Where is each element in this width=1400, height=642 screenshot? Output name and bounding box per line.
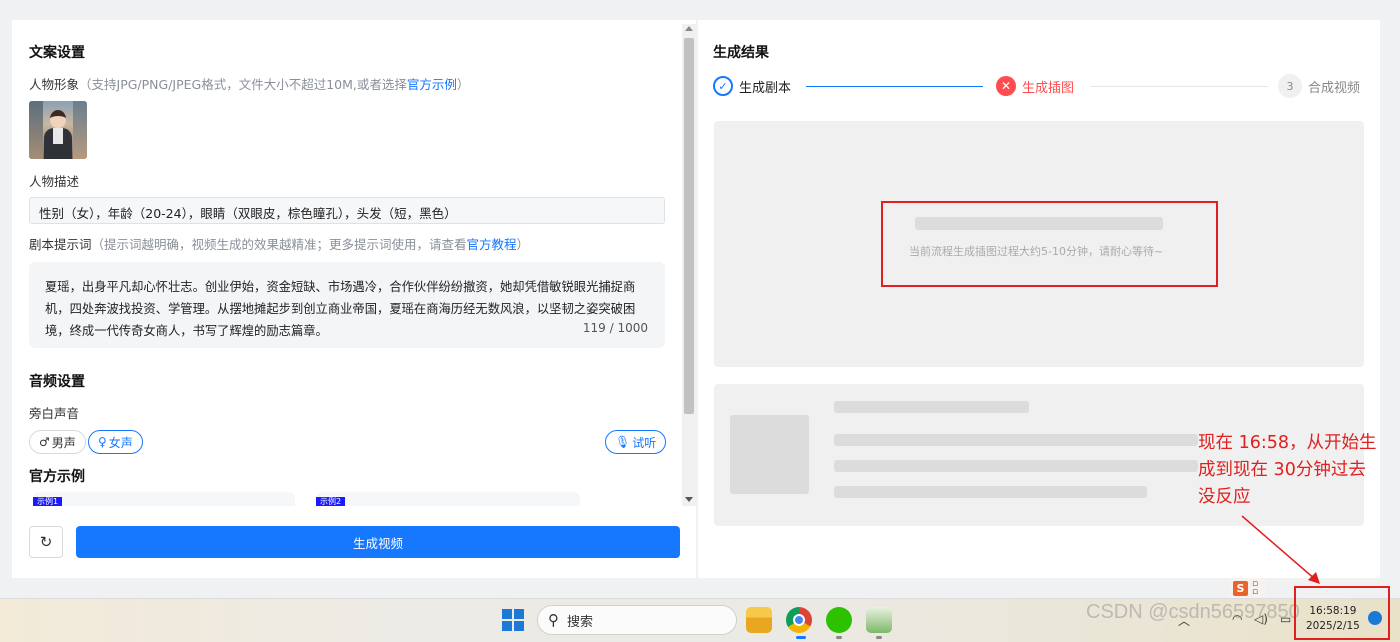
official-tutorial-link[interactable]: 官方教程 xyxy=(467,237,517,252)
character-hint: （支持JPG/PNG/JPEG格式，文件大小不超过10M,或者选择 xyxy=(79,77,407,92)
skeleton-line xyxy=(834,460,1198,472)
female-voice-button[interactable]: ♀ 女声 xyxy=(88,430,143,454)
notepad-app-icon[interactable] xyxy=(866,607,892,633)
listen-button[interactable]: 🎙 试听 xyxy=(605,430,667,454)
prompt-label: 剧本提示词 xyxy=(29,237,92,252)
generate-video-button[interactable]: 生成视频 xyxy=(76,526,680,558)
desc-label: 人物描述 xyxy=(29,174,80,189)
csdn-watermark: CSDN @csdn56597850 xyxy=(1086,601,1300,623)
active-indicator xyxy=(796,636,806,639)
running-indicator xyxy=(836,636,842,639)
check-icon: ✓ xyxy=(713,76,733,96)
step-connector-1 xyxy=(806,86,983,87)
sogou-icon: S xyxy=(1233,580,1248,596)
windows-start-icon[interactable] xyxy=(502,609,524,631)
step-compose: 3 合成视频 xyxy=(1278,74,1360,98)
character-hint-end: ） xyxy=(456,77,470,92)
skeleton-line xyxy=(834,486,1147,498)
top-bar xyxy=(0,0,1400,20)
red-annotation: 现在 16:58，从开始生 成到现在 30分钟过去 没反应 xyxy=(1198,433,1377,507)
character-label: 人物形象 xyxy=(29,77,80,92)
male-icon: ♂ xyxy=(39,435,50,449)
audio-settings-title: 音频设置 xyxy=(29,374,85,390)
left-scrollbar[interactable] xyxy=(682,24,696,506)
step-number: 3 xyxy=(1278,74,1302,98)
prompt-counter: 119 / 1000 xyxy=(582,321,648,335)
copy-settings-title: 文案设置 xyxy=(29,45,85,61)
example-card-1[interactable] xyxy=(33,492,295,506)
narrator-label: 旁白声音 xyxy=(29,406,80,421)
female-icon: ♀ xyxy=(98,435,107,449)
highlight-box-clock xyxy=(1294,586,1390,640)
progress-steps: ✓ 生成剧本 ✕ 生成插图 3 合成视频 xyxy=(713,74,1365,98)
highlight-box-loading xyxy=(881,201,1218,287)
prompt-hint-end: ） xyxy=(516,237,530,252)
step-script: ✓ 生成剧本 xyxy=(713,76,791,96)
microphone-icon: 🎙 xyxy=(615,435,631,449)
taskbar-search-input[interactable]: ⚲ 搜索 xyxy=(537,605,737,635)
error-x-icon: ✕ xyxy=(996,76,1016,96)
skeleton-line xyxy=(834,401,1029,413)
step-label: 生成剧本 xyxy=(739,80,792,96)
script-prompt-textarea[interactable]: 夏瑶，出身平凡却心怀壮志。创业伊始，资金短缺、市场遇冷，合作伙伴纷纷撤资，她却凭… xyxy=(29,262,665,348)
example-card-2[interactable] xyxy=(316,492,580,506)
step-label: 合成视频 xyxy=(1308,80,1361,96)
scroll-up-arrow-icon[interactable] xyxy=(685,26,693,31)
step-illustration: ✕ 生成插图 xyxy=(996,76,1074,96)
wechat-icon[interactable] xyxy=(826,607,852,633)
character-desc-input[interactable]: 性别（女），年龄（20-24），眼睛（双眼皮，棕色瞳孔），头发（短，黑色） xyxy=(29,197,665,224)
input-method-indicator[interactable]: S ▫ ▫ xyxy=(1230,578,1266,598)
skeleton-thumbnail xyxy=(730,415,809,494)
official-example-link[interactable]: 官方示例 xyxy=(407,77,457,92)
male-voice-button[interactable]: ♂ 男声 xyxy=(29,430,86,454)
scroll-thumb[interactable] xyxy=(684,38,694,414)
official-examples-title: 官方示例 xyxy=(29,469,85,485)
file-explorer-icon[interactable] xyxy=(746,607,772,633)
character-label-row: 人物形象（支持JPG/PNG/JPEG格式，文件大小不超过10M,或者选择官方示… xyxy=(29,74,469,93)
running-indicator xyxy=(876,636,882,639)
scroll-down-arrow-icon[interactable] xyxy=(685,497,693,502)
prompt-label-row: 剧本提示词（提示词越明确，视频生成的效果越精准；更多提示词使用，请查看官方教程） xyxy=(29,234,529,253)
prompt-hint: （提示词越明确，视频生成的效果越精准；更多提示词使用，请查看 xyxy=(91,237,467,252)
ime-menu-icon[interactable]: ▫ ▫ xyxy=(1252,580,1258,597)
search-icon: ⚲ xyxy=(548,611,559,629)
reset-button[interactable]: ↻ xyxy=(29,526,63,558)
character-image[interactable] xyxy=(29,101,87,159)
step-connector-2 xyxy=(1090,86,1268,87)
skeleton-line xyxy=(834,434,1198,446)
result-title: 生成结果 xyxy=(713,45,769,61)
step-label: 生成插图 xyxy=(1022,80,1075,96)
prompt-text: 夏瑶，出身平凡却心怀壮志。创业伊始，资金短缺、市场遇冷，合作伙伴纷纷撤资，她却凭… xyxy=(45,280,636,338)
refresh-icon: ↻ xyxy=(39,533,53,551)
chrome-icon[interactable] xyxy=(786,607,812,633)
